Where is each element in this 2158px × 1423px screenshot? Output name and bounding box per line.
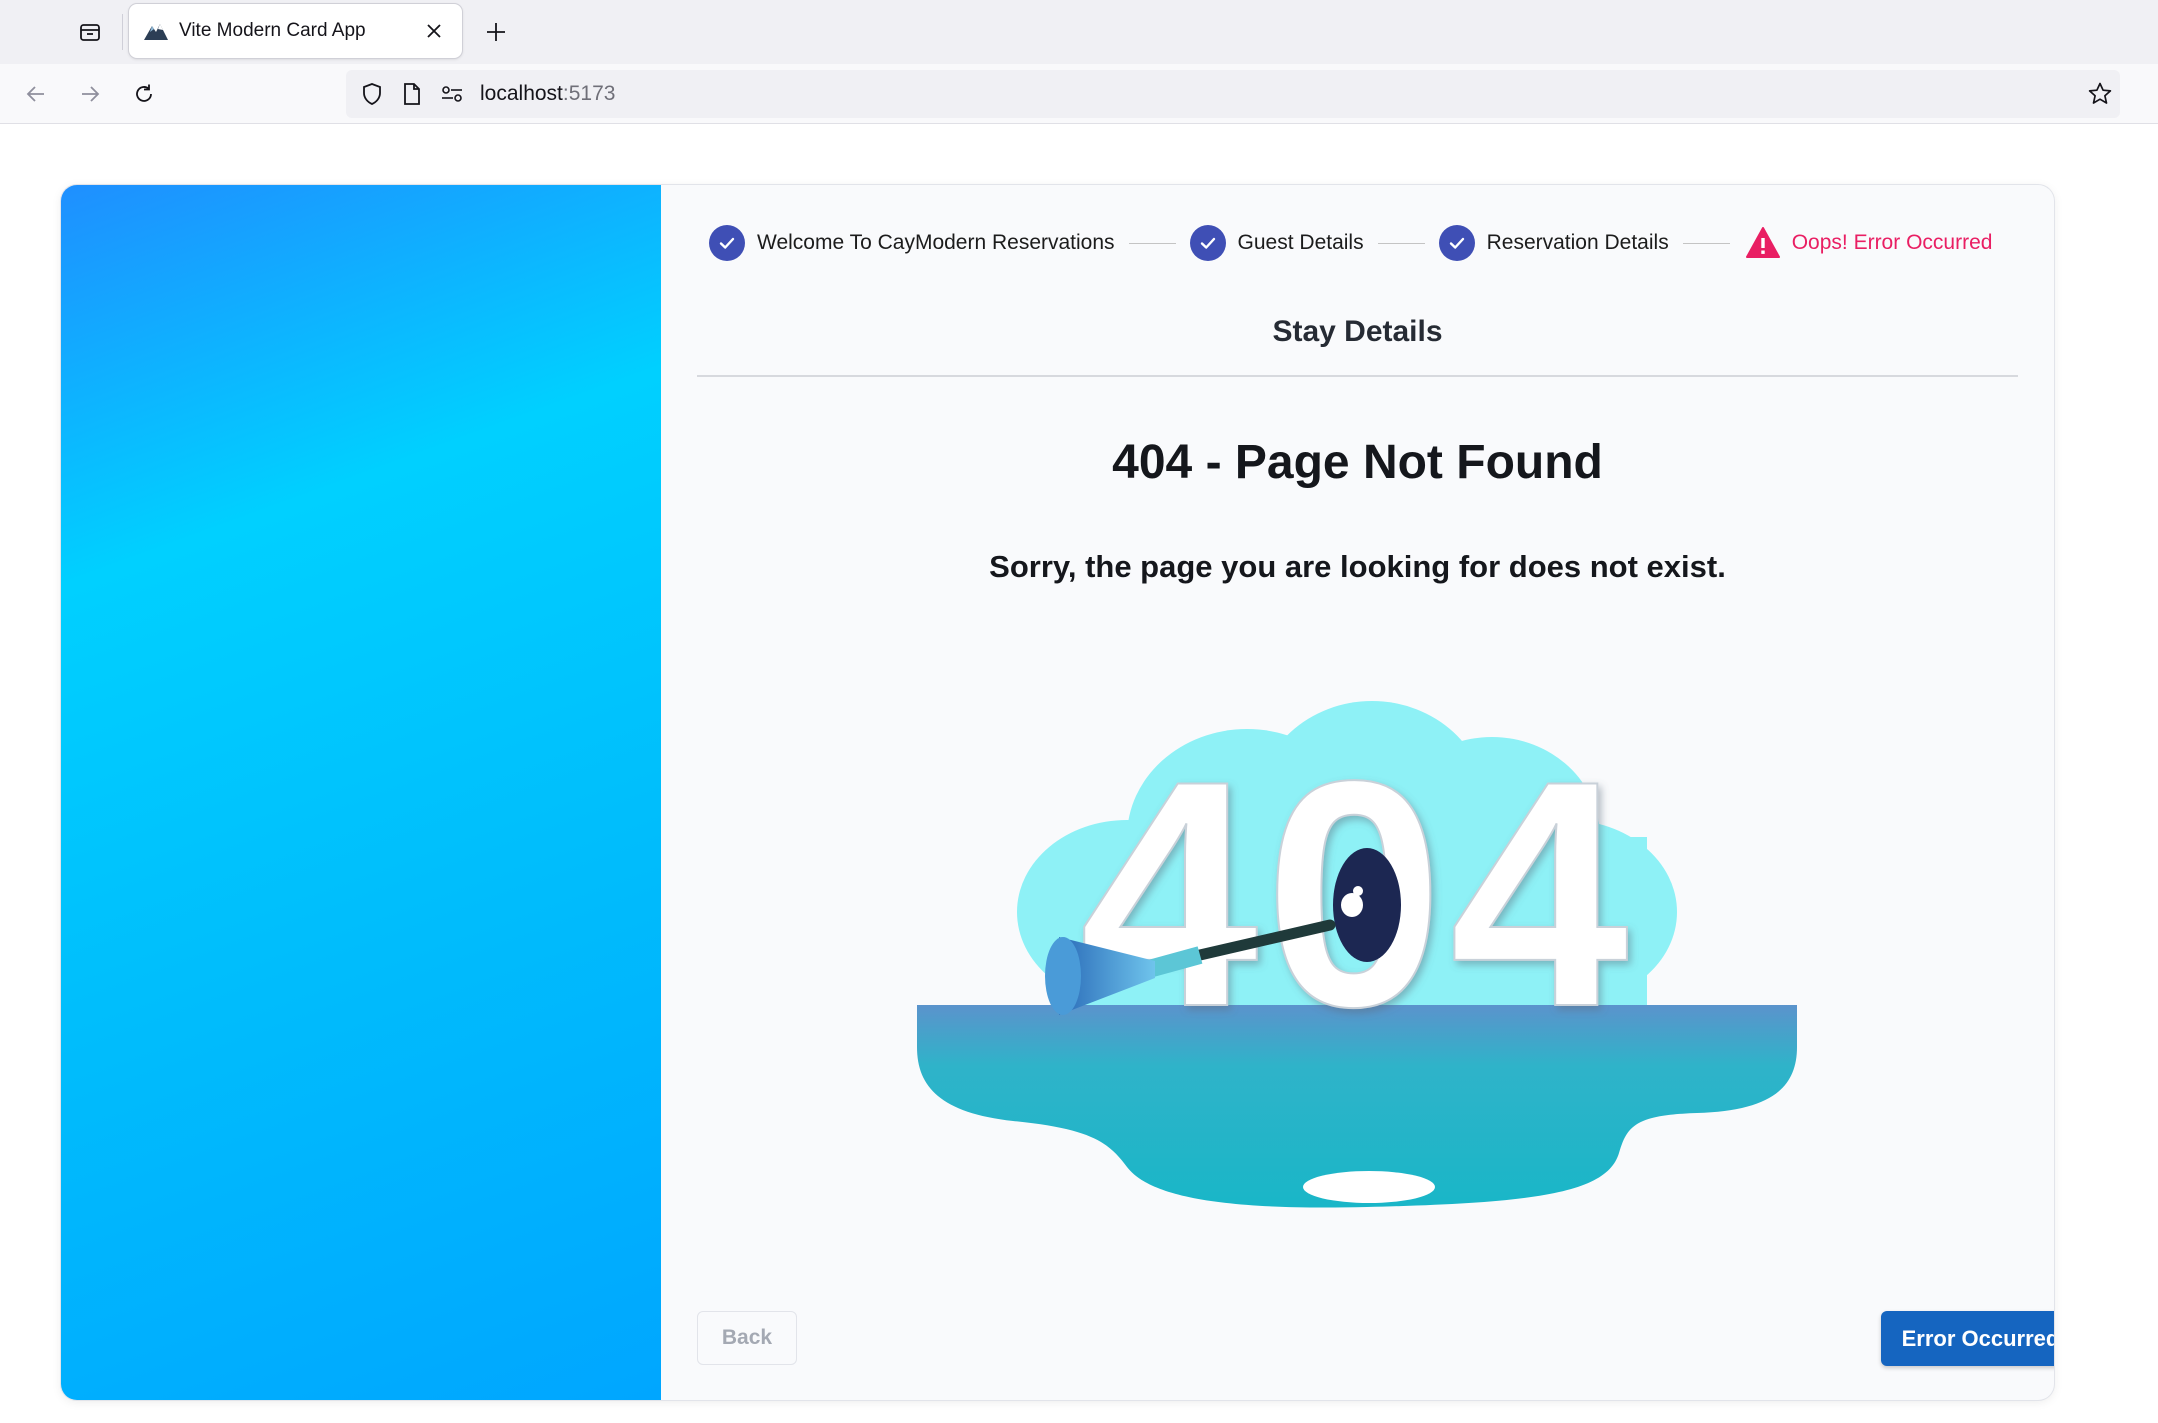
404-illustration: 404 bbox=[917, 701, 1797, 1208]
pool-highlight bbox=[1303, 1171, 1435, 1203]
section-title: Stay Details bbox=[1272, 315, 1443, 348]
browser-nav-bar: localhost:5173 bbox=[0, 64, 2158, 124]
tab-title: Vite Modern Card App bbox=[179, 20, 366, 41]
check-icon bbox=[709, 225, 745, 261]
section-divider bbox=[697, 375, 2018, 377]
step-connector bbox=[1128, 242, 1176, 244]
card-content: Welcome To CayModern Reservations Guest … bbox=[661, 185, 2054, 1400]
warning-icon bbox=[1744, 225, 1782, 261]
eye-glint-small bbox=[1353, 886, 1363, 896]
step-connector bbox=[1377, 242, 1425, 244]
tab-separator bbox=[122, 14, 123, 50]
side-gradient-panel bbox=[61, 185, 661, 1400]
vite-favicon-icon bbox=[143, 18, 169, 44]
browser-tab-active[interactable]: Vite Modern Card App bbox=[129, 4, 462, 58]
step-connector bbox=[1682, 242, 1730, 244]
error-heading: 404 - Page Not Found bbox=[1112, 436, 1603, 489]
url-port: :5173 bbox=[562, 82, 616, 105]
tab-list-icon[interactable] bbox=[72, 14, 108, 50]
url-host: localhost bbox=[480, 82, 563, 105]
new-tab-icon[interactable] bbox=[478, 14, 514, 50]
step-label: Oops! Error Occurred bbox=[1791, 231, 1993, 254]
reload-icon[interactable] bbox=[124, 74, 164, 114]
error-occurred-button[interactable]: Error Occurred bbox=[1881, 1311, 2054, 1366]
bookmark-star-icon[interactable] bbox=[2080, 74, 2120, 114]
step-welcome: Welcome To CayModern Reservations bbox=[709, 225, 1115, 261]
step-guest-details: Guest Details bbox=[1189, 225, 1364, 261]
back-arrow-icon[interactable] bbox=[16, 74, 56, 114]
step-reservation-details: Reservation Details bbox=[1438, 225, 1669, 261]
check-icon bbox=[1438, 225, 1475, 261]
telescope-lens bbox=[1045, 937, 1081, 1015]
step-error: Oops! Error Occurred bbox=[1744, 225, 1993, 261]
reservation-card: Welcome To CayModern Reservations Guest … bbox=[61, 185, 2054, 1400]
shield-icon[interactable] bbox=[352, 74, 392, 114]
close-tab-icon[interactable] bbox=[420, 17, 448, 45]
permissions-icon[interactable] bbox=[432, 74, 472, 114]
stepper: Welcome To CayModern Reservations Guest … bbox=[709, 221, 2029, 265]
check-icon bbox=[1189, 225, 1226, 261]
error-message: Sorry, the page you are looking for does… bbox=[989, 549, 1726, 584]
eye-glint bbox=[1341, 893, 1363, 917]
url-bar[interactable]: localhost:5173 bbox=[346, 70, 2120, 118]
back-button[interactable]: Back bbox=[697, 1311, 797, 1365]
step-label: Reservation Details bbox=[1486, 231, 1669, 254]
browser-tab-bar: Vite Modern Card App bbox=[0, 0, 2158, 64]
step-label: Welcome To CayModern Reservations bbox=[757, 231, 1115, 254]
forward-arrow-icon[interactable] bbox=[70, 74, 110, 114]
page-icon[interactable] bbox=[392, 74, 432, 114]
step-label: Guest Details bbox=[1237, 231, 1364, 254]
